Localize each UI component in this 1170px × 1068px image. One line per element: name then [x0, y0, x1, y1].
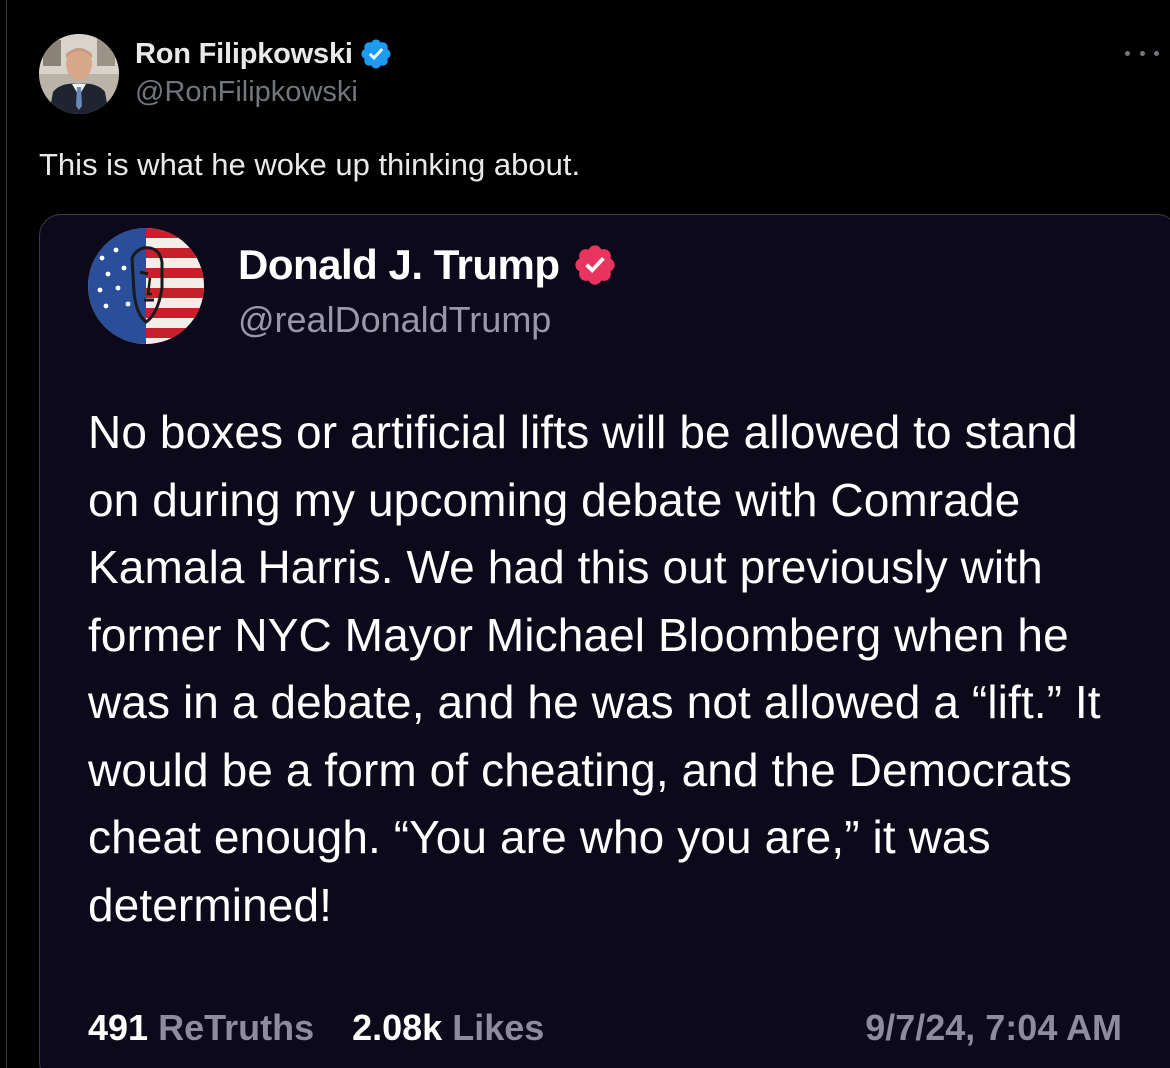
- retruths-count: 491: [88, 1007, 149, 1048]
- quoted-post-card[interactable]: Donald J. Trump @realDonaldTrump No boxe…: [39, 214, 1170, 1068]
- post-text: This is what he woke up thinking about.: [39, 147, 581, 182]
- author-handle[interactable]: @RonFilipkowski: [135, 76, 393, 109]
- author-name[interactable]: Ron Filipkowski: [135, 38, 353, 71]
- more-options-icon[interactable]: [1125, 38, 1159, 68]
- verified-badge-icon[interactable]: [359, 37, 393, 71]
- retruths-label: ReTruths: [158, 1007, 315, 1048]
- author-avatar[interactable]: [39, 34, 119, 114]
- quoted-post-date: 9/7/24, 7:04 AM: [865, 1007, 1122, 1048]
- quoted-author-avatar: [88, 228, 204, 344]
- quoted-post-body: No boxes or artificial lifts will be all…: [88, 406, 1101, 931]
- likes-label: Likes: [452, 1007, 545, 1048]
- quoted-author-name: Donald J. Trump: [238, 241, 560, 288]
- quoted-author-handle: @realDonaldTrump: [238, 299, 552, 340]
- thread-divider: [6, 0, 7, 1068]
- truth-verified-badge-icon: [572, 242, 618, 288]
- likes-count: 2.08k: [352, 1007, 443, 1048]
- quoted-post-stats: 491 ReTruths 2.08k Likes 9/7/24, 7:04 AM: [88, 1005, 1122, 1051]
- post-header: Ron Filipkowski @RonFilipkowski: [39, 32, 1159, 116]
